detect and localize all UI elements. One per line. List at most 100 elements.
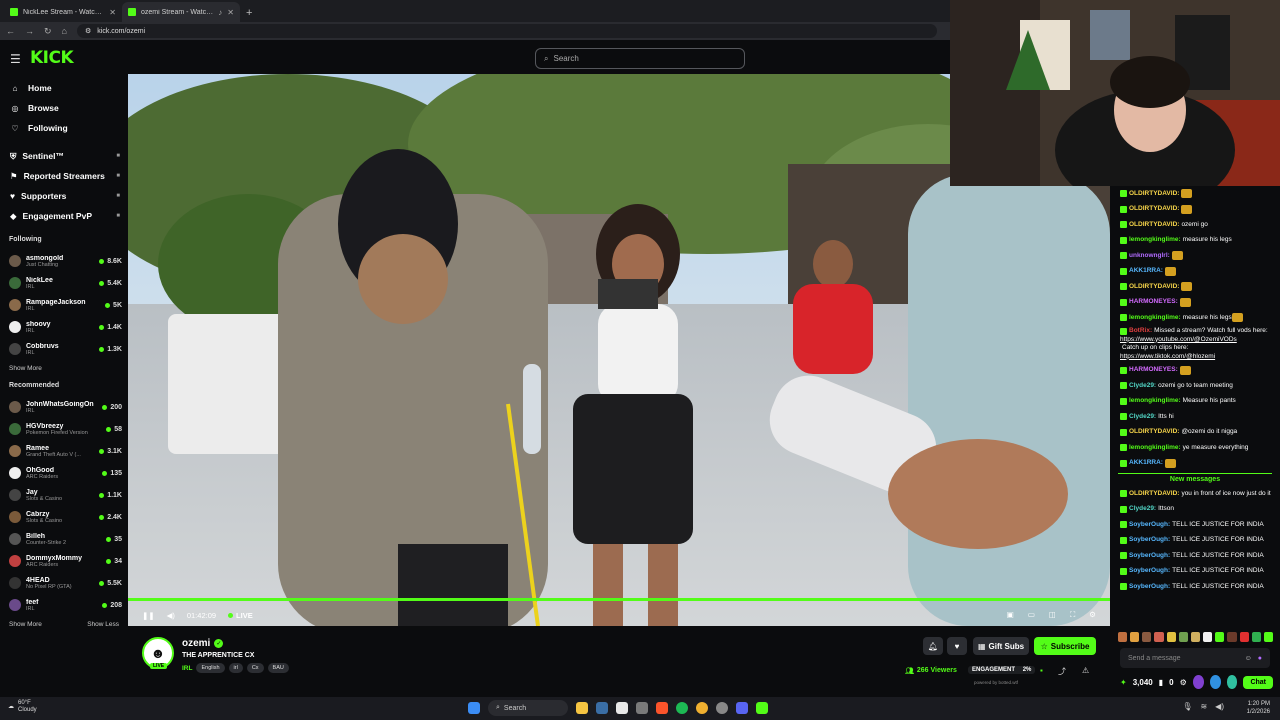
chat-username[interactable]: SoyberOugh: [1129, 552, 1170, 561]
brave-icon[interactable] [656, 702, 668, 714]
app-icon[interactable] [716, 702, 728, 714]
user-avatar[interactable] [1192, 675, 1204, 689]
emote-icon[interactable] [1178, 632, 1188, 642]
chat-username[interactable]: HARMONEYES: [1129, 298, 1178, 307]
chat-link[interactable]: https://www.youtube.com/@OzemiVODs [1120, 336, 1237, 345]
recommended-channel-item[interactable]: HGVbreezy Pokemon Firefed Version 58 [0, 418, 128, 440]
emote-icon[interactable] [1203, 632, 1213, 642]
chat-username[interactable]: Clyde29: [1129, 505, 1156, 514]
emote-icon[interactable] [1118, 632, 1128, 642]
gift-subs-button[interactable]: ▦ Gift Subs [973, 637, 1029, 655]
pause-icon[interactable]: ❚❚ [142, 611, 155, 620]
tag[interactable]: Cx [246, 663, 264, 673]
points-count[interactable]: 3,040 [1133, 678, 1153, 687]
emote-icon[interactable] [1239, 632, 1249, 642]
sidebar-item-sentinel[interactable]: ⛨ Sentinel™ ■ [0, 146, 128, 166]
emote-icon[interactable] [1215, 632, 1225, 642]
windows-start-icon[interactable] [468, 702, 480, 714]
url-field[interactable]: ⚙ kick.com/ozemi [76, 24, 937, 38]
new-tab-icon[interactable]: + [246, 7, 252, 19]
emoji-picker-icon[interactable]: ☺ [1245, 655, 1252, 662]
sidebar-item-reported[interactable]: ⚑ Reported Streamers ■ [0, 166, 128, 186]
chat-username[interactable]: SoyberOugh: [1129, 521, 1170, 530]
chat-username[interactable]: AKK1RRA: [1129, 459, 1163, 468]
emote-icon[interactable] [1166, 632, 1176, 642]
menu-icon[interactable]: ☰ [10, 52, 21, 66]
chat-username[interactable]: Clyde29: [1129, 413, 1156, 422]
progress-bar[interactable] [128, 598, 1110, 601]
recommended-channel-item[interactable]: Billeh Counter-Strike 2 35 [0, 528, 128, 550]
audio-icon[interactable]: ♪ [218, 8, 222, 17]
recommended-channel-item[interactable]: JohnWhatsGoingOn IRL 200 [0, 396, 128, 418]
discord-icon[interactable] [736, 702, 748, 714]
chat-username[interactable]: SoyberOugh: [1129, 536, 1170, 545]
clock[interactable]: 1:20 PM 1/2/2026 [1247, 700, 1270, 716]
emote-icon[interactable] [1142, 632, 1152, 642]
following-channel-item[interactable]: shoovy IRL 1.4K [0, 316, 128, 338]
close-tab-icon[interactable]: ✕ [227, 8, 234, 17]
close-tab-icon[interactable]: ✕ [109, 8, 116, 17]
emote-icon[interactable] [1251, 632, 1261, 642]
theater-mode-icon[interactable]: ▭ [1028, 610, 1035, 620]
clip-icon[interactable]: ▣ [1007, 610, 1014, 620]
obs-icon[interactable] [756, 702, 768, 714]
recommended-channel-item[interactable]: 4HEAD No Pixel RP (GTA) 5.5K [0, 572, 128, 594]
settings-icon[interactable] [636, 702, 648, 714]
emote-icon[interactable] [1263, 632, 1274, 642]
browser-tab-ozemi[interactable]: ozemi Stream - Watch Live on Kick ♪ ✕ [122, 2, 240, 22]
recommended-channel-item[interactable]: OhGood ARC Raiders 135 [0, 462, 128, 484]
extension-avatar[interactable] [1209, 675, 1221, 689]
site-info-icon[interactable]: ⚙ [85, 27, 91, 35]
follow-button[interactable]: ♥ [947, 637, 967, 655]
sidebar-item-following[interactable]: ♡ Following [0, 118, 128, 138]
browser-tab-nicklee[interactable]: NickLee Stream - Watch Live on Kick ✕ [4, 2, 122, 22]
forward-icon[interactable]: → [25, 26, 34, 36]
show-more-following[interactable]: Show More [0, 360, 128, 376]
following-channel-item[interactable]: RampageJackson IRL 5K [0, 294, 128, 316]
chat-username[interactable]: HARMONEYES: [1129, 366, 1178, 375]
chat-username[interactable]: BotRix: [1129, 327, 1152, 336]
wifi-icon[interactable]: ≋ [1200, 702, 1207, 711]
sidebar-item-supporters[interactable]: ♥ Supporters ■ [0, 186, 128, 206]
following-channel-item[interactable]: NickLee IRL 5.4K [0, 272, 128, 294]
back-icon[interactable]: ← [6, 26, 15, 36]
chat-username[interactable]: OLDIRTYDAVID: [1129, 428, 1179, 437]
reload-icon[interactable]: ↻ [44, 26, 52, 37]
show-less-recommended[interactable]: Show Less [87, 621, 119, 628]
notification-bell-button[interactable]: 🔔︎ [923, 637, 943, 655]
chat-input[interactable]: Send a message ☺ ● [1120, 648, 1270, 668]
chat-username[interactable]: Clyde29: [1129, 382, 1156, 391]
chrome-icon[interactable] [696, 702, 708, 714]
extension-avatar[interactable] [1226, 675, 1238, 689]
volume-icon[interactable]: ◀) [167, 611, 175, 620]
file-explorer-icon[interactable] [576, 702, 588, 714]
wallet-count[interactable]: 0 [1169, 678, 1173, 687]
mic-icon[interactable]: 🎙︎ [1182, 702, 1192, 711]
report-icon[interactable]: ⚠ [1082, 666, 1089, 675]
emote-icon[interactable] [1154, 632, 1164, 642]
taskbar-search[interactable]: ⌕ Search [488, 700, 568, 716]
channel-name[interactable]: ozemi ✓ [182, 638, 224, 649]
recommended-channel-item[interactable]: DommyxMommy ARC Raiders 34 [0, 550, 128, 572]
chat-username[interactable]: OLDIRTYDAVID: [1129, 490, 1179, 499]
chat-username[interactable]: SoyberOugh: [1129, 567, 1170, 576]
show-more-recommended[interactable]: Show More [9, 621, 42, 628]
chat-username[interactable]: OLDIRTYDAVID: [1129, 283, 1179, 292]
sidebar-item-home[interactable]: ⌂ Home [0, 78, 128, 98]
pip-icon[interactable]: ◫ [1049, 610, 1056, 620]
category-link[interactable]: IRL [182, 665, 192, 672]
app-icon[interactable] [616, 702, 628, 714]
sidebar-item-engagement[interactable]: ◆ Engagement PvP ■ [0, 206, 128, 226]
chat-username[interactable]: lemongkinglime: [1129, 444, 1181, 453]
recommended-channel-item[interactable]: Cabrzy Slots & Casino 2.4K [0, 506, 128, 528]
kick-emote-icon[interactable]: ● [1258, 655, 1262, 662]
chat-username[interactable]: AKK1RRA: [1129, 267, 1163, 276]
weather-widget[interactable]: ☁ 60°F Cloudy [8, 700, 37, 714]
chat-settings-icon[interactable]: ⚙ [1180, 678, 1187, 687]
tag[interactable]: BAU [267, 663, 289, 673]
chat-username[interactable]: OLDIRTYDAVID: [1129, 190, 1179, 199]
search-input[interactable]: ⌕ Search [535, 48, 745, 69]
chat-username[interactable]: lemongkinglime: [1129, 236, 1181, 245]
steam-icon[interactable] [596, 702, 608, 714]
chat-username[interactable]: lemongkinglime: [1129, 314, 1181, 323]
